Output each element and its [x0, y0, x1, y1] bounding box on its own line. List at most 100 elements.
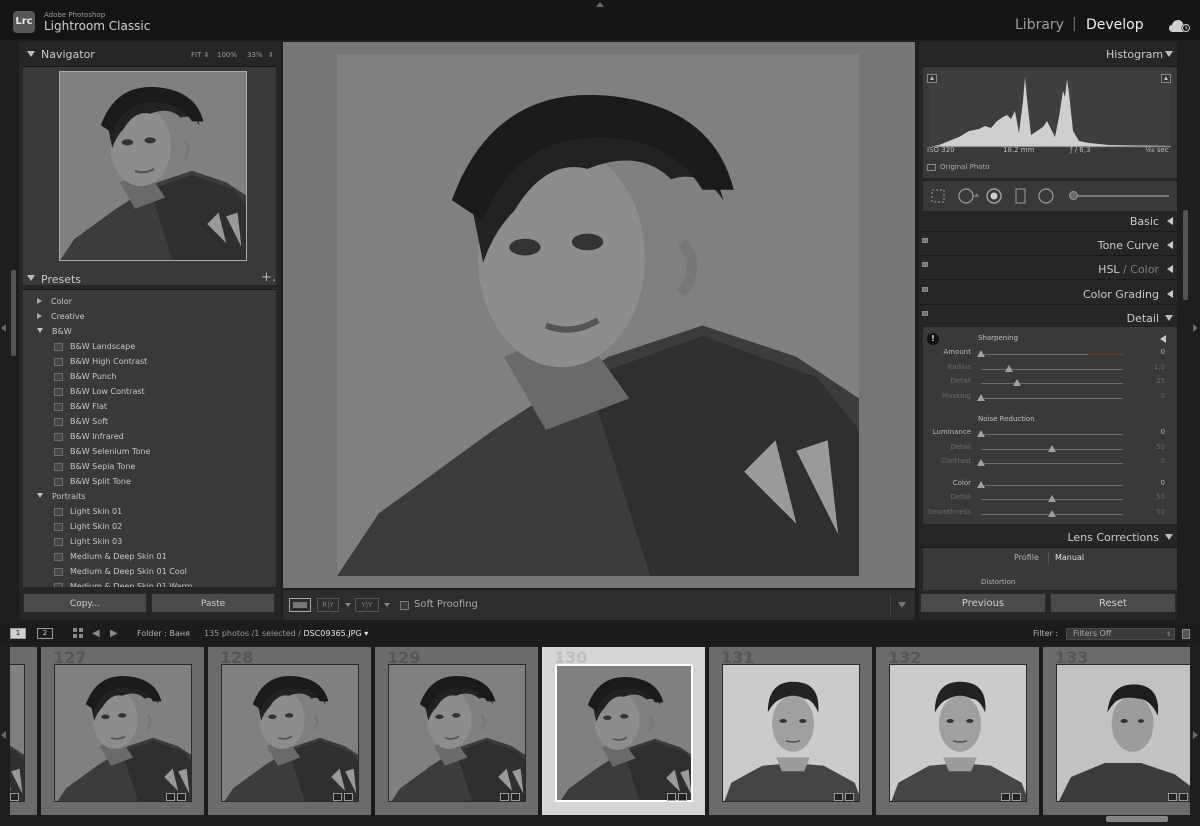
- filmstrip-cell[interactable]: [10, 647, 39, 815]
- before-after-dropdown-icon[interactable]: [345, 603, 351, 607]
- filmstrip-cell[interactable]: 132: [876, 647, 1041, 815]
- filmstrip-cell[interactable]: 131: [709, 647, 874, 815]
- thumbnail[interactable]: [54, 664, 192, 802]
- main-photo[interactable]: [337, 54, 859, 576]
- secondary-display-button[interactable]: 2: [37, 628, 53, 639]
- section-tone-curve[interactable]: Tone Curve: [919, 234, 1177, 256]
- navigator-title[interactable]: Navigator: [41, 48, 95, 61]
- slider-row[interactable]: Detail 25: [923, 377, 1177, 389]
- preset-item[interactable]: Light Skin 01: [54, 507, 122, 516]
- filmstrip-cell[interactable]: 128: [208, 647, 373, 815]
- slider-value[interactable]: 1,0: [1143, 363, 1165, 371]
- section-color-label[interactable]: Color: [1130, 263, 1159, 276]
- section-lens-corrections[interactable]: Lens Corrections: [919, 526, 1177, 548]
- add-preset-button[interactable]: +.: [261, 270, 276, 285]
- presets-collapse-icon[interactable]: [27, 275, 35, 281]
- metadata-badge-icon[interactable]: [1012, 793, 1021, 801]
- slider-value[interactable]: 0: [1143, 457, 1165, 465]
- panel-toggle-icon[interactable]: [922, 287, 928, 292]
- preset-item[interactable]: Medium & Deep Skin 01 Cool: [54, 567, 187, 576]
- slider-thumb[interactable]: [1005, 364, 1014, 372]
- before-after-swap-button[interactable]: Y|Y: [355, 598, 379, 612]
- slider-value[interactable]: 50: [1143, 493, 1165, 501]
- preset-item[interactable]: B&W Punch: [54, 372, 116, 381]
- metadata-badge-icon[interactable]: [511, 793, 520, 801]
- slider-value[interactable]: 25: [1143, 377, 1165, 385]
- before-after-left-right-button[interactable]: R|Y: [317, 598, 339, 612]
- toolbar-options-dropdown[interactable]: [890, 594, 912, 616]
- preset-folder[interactable]: Color: [37, 297, 72, 306]
- preset-item[interactable]: B&W Soft: [54, 417, 108, 426]
- metadata-badge-icon[interactable]: [166, 793, 175, 801]
- soft-proofing-label[interactable]: Soft Proofing: [414, 599, 478, 610]
- zoom-fit[interactable]: FIT ⇕: [191, 51, 209, 59]
- filter-select[interactable]: Filters Off ⇕: [1066, 628, 1175, 640]
- cloud-sync-icon[interactable]: [1168, 19, 1192, 33]
- metadata-badge-icon[interactable]: [10, 793, 19, 801]
- slider-track[interactable]: [981, 368, 1123, 370]
- thumbnail[interactable]: [10, 664, 25, 802]
- slider-thumb[interactable]: [1048, 509, 1056, 517]
- zoom-100[interactable]: 100%: [217, 51, 237, 59]
- radial-filter-icon[interactable]: [1037, 187, 1055, 205]
- paste-button[interactable]: Paste: [151, 593, 275, 613]
- zoom-33[interactable]: 33%: [247, 51, 263, 59]
- metadata-badge-icon[interactable]: [1179, 793, 1188, 801]
- collapse-left-panel-icon[interactable]: [1, 324, 6, 332]
- metadata-badge-icon[interactable]: [667, 793, 676, 801]
- preset-item[interactable]: B&W High Contrast: [54, 357, 147, 366]
- metadata-badge-icon[interactable]: [333, 793, 342, 801]
- filmstrip-scroll-right-icon[interactable]: [1193, 731, 1198, 739]
- slider-value[interactable]: 0: [1143, 428, 1165, 436]
- panel-toggle-icon[interactable]: [922, 311, 928, 316]
- slider-row[interactable]: Luminance 0: [923, 428, 1177, 440]
- warning-icon[interactable]: !: [927, 333, 939, 345]
- slider-value[interactable]: 50: [1143, 508, 1165, 516]
- navigator-preview[interactable]: [23, 66, 276, 285]
- lens-tab-manual[interactable]: Manual: [1055, 553, 1084, 562]
- thumbnail[interactable]: [221, 664, 359, 802]
- metadata-badge-icon[interactable]: [500, 793, 509, 801]
- preset-item[interactable]: B&W Infrared: [54, 432, 124, 441]
- preset-item[interactable]: Light Skin 02: [54, 522, 122, 531]
- folder-collapsed-icon[interactable]: [37, 298, 42, 304]
- loupe-view-button[interactable]: [289, 598, 311, 612]
- slider-track[interactable]: [981, 463, 1123, 464]
- slider-row[interactable]: Radius 1,0: [923, 363, 1177, 375]
- folder-expanded-icon[interactable]: [37, 493, 43, 498]
- preset-folder[interactable]: Creative: [37, 312, 85, 321]
- module-develop[interactable]: Develop: [1086, 17, 1144, 33]
- adjustment-brush-icon[interactable]: [1069, 191, 1078, 200]
- slider-row[interactable]: Amount 0: [923, 348, 1177, 360]
- slider-thumb[interactable]: [1012, 379, 1021, 386]
- section-detail[interactable]: Detail: [919, 307, 1177, 329]
- red-eye-icon[interactable]: [985, 187, 1003, 205]
- back-arrow-icon[interactable]: ◀: [92, 628, 100, 639]
- panel-toggle-icon[interactable]: [922, 262, 928, 267]
- slider-thumb[interactable]: [977, 459, 985, 466]
- metadata-badge-icon[interactable]: [177, 793, 186, 801]
- slider-thumb[interactable]: [1048, 495, 1056, 502]
- reset-button[interactable]: Reset: [1050, 593, 1176, 613]
- slider-row[interactable]: Smoothness 50: [923, 508, 1177, 520]
- preset-item[interactable]: B&W Low Contrast: [54, 387, 145, 396]
- preset-item[interactable]: B&W Flat: [54, 402, 107, 411]
- thumbnail[interactable]: [722, 664, 860, 802]
- zoom-stepper-icon[interactable]: ⇕: [268, 51, 274, 59]
- highlight-clipping-icon[interactable]: [1161, 74, 1171, 83]
- filmstrip-cell[interactable]: 129: [375, 647, 540, 815]
- preset-folder[interactable]: B&W: [37, 327, 72, 336]
- module-library[interactable]: Library: [1015, 17, 1064, 33]
- panel-toggle-icon[interactable]: [922, 238, 928, 243]
- lock-icon[interactable]: [1182, 629, 1190, 639]
- soft-proofing-checkbox[interactable]: [400, 601, 409, 610]
- slider-thumb[interactable]: [1048, 444, 1056, 452]
- histogram[interactable]: ISO 320 18.2 mm ƒ / 6,3 ¹⁄₆₀ sec Origina…: [923, 66, 1177, 178]
- source-folder[interactable]: Folder : Ваня: [137, 629, 190, 638]
- shadow-clipping-icon[interactable]: [927, 74, 937, 83]
- slider-value[interactable]: 0: [1143, 392, 1165, 400]
- slider-track[interactable]: [981, 397, 1123, 399]
- preset-item[interactable]: B&W Selenium Tone: [54, 447, 150, 456]
- crop-icon[interactable]: [929, 187, 947, 205]
- spot-removal-icon[interactable]: [957, 187, 979, 205]
